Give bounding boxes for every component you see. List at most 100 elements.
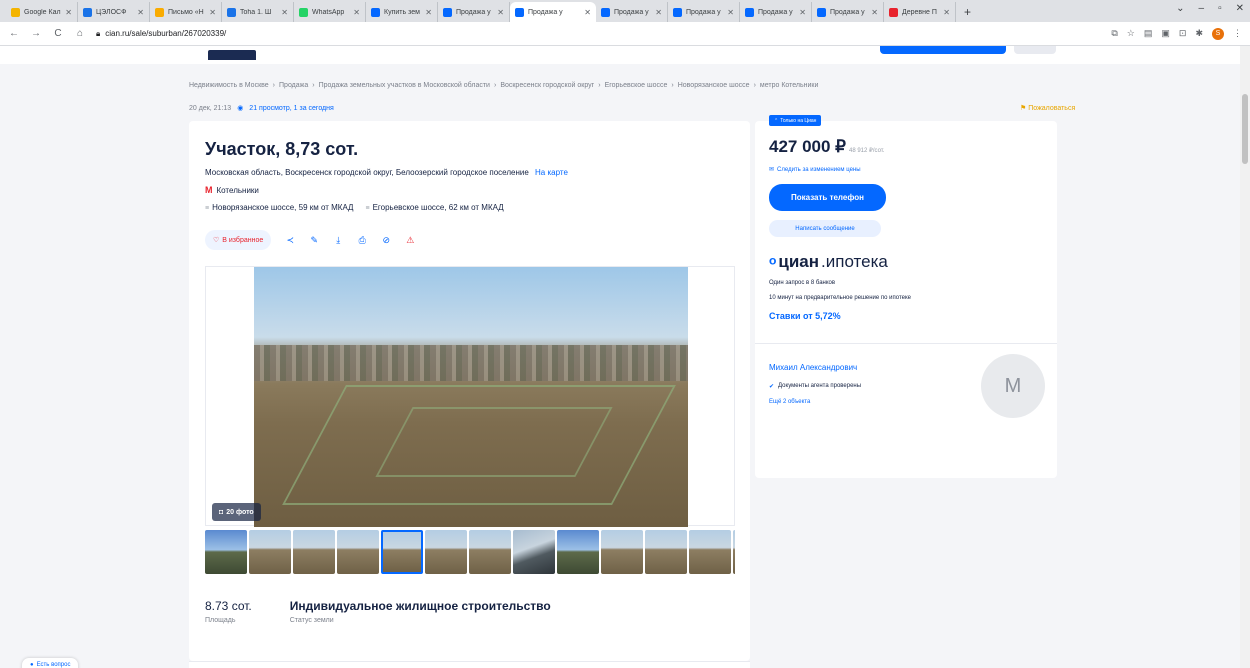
photo-thumbnail[interactable] — [645, 530, 687, 574]
tab-close-icon[interactable]: ✕ — [353, 8, 360, 17]
back-icon[interactable]: ← — [8, 28, 20, 39]
edit-note-icon[interactable]: ✎ — [309, 235, 319, 246]
photo-thumbnail[interactable] — [425, 530, 467, 574]
photo-thumbnail[interactable] — [381, 530, 423, 574]
tab-close-icon[interactable]: ✕ — [799, 8, 806, 17]
photo-count-badge[interactable]: ◘ 20 фото — [212, 503, 261, 521]
report-icon[interactable]: ⚠ — [405, 235, 415, 246]
agent-more-link[interactable]: Ещё 2 объекта — [769, 399, 810, 405]
browser-tab[interactable]: WhatsApp ✕ — [294, 2, 366, 22]
breadcrumb-item[interactable]: Продажа земельных участков в Московской … — [319, 82, 490, 89]
cian-logo[interactable] — [208, 50, 256, 60]
views-link[interactable]: 21 просмотр, 1 за сегодня — [249, 105, 334, 112]
browser-tab[interactable]: Деревне П ✕ — [884, 2, 956, 22]
photo-thumbnail[interactable] — [557, 530, 599, 574]
scrollbar[interactable] — [1240, 46, 1250, 668]
browser-tab[interactable]: Продажа у ✕ — [668, 2, 740, 22]
listing-facts: 8.73 сот. Площадь Индивидуальное жилищно… — [205, 599, 551, 624]
photo-thumbnail[interactable] — [469, 530, 511, 574]
minimize-icon[interactable]: – — [1199, 3, 1205, 14]
photo-gallery[interactable]: ◘ 20 фото — [205, 266, 735, 527]
new-tab-button[interactable]: + — [956, 2, 979, 22]
extension-icon-3[interactable]: ⊡ — [1179, 28, 1187, 39]
tab-close-icon[interactable]: ✕ — [425, 8, 432, 17]
maximize-icon[interactable]: ▫ — [1218, 3, 1222, 14]
ipoteka-rate-link[interactable]: Ставки от 5,72% — [769, 311, 841, 321]
metro-icon: M — [205, 185, 213, 195]
extension-icon[interactable]: ▤ — [1144, 28, 1153, 39]
tab-close-icon[interactable]: ✕ — [137, 8, 144, 17]
cian-ipoteka-logo[interactable]: ᵒ циан .ипотека — [769, 252, 888, 272]
help-chip[interactable]: ● Есть вопрос — [22, 658, 79, 668]
breadcrumb-item[interactable]: Воскресенск городской округ — [500, 82, 594, 89]
camera-icon: ◘ — [219, 508, 224, 516]
breadcrumb-item[interactable]: Недвижимость в Москве — [189, 82, 269, 89]
metro-station[interactable]: M Котельники — [205, 185, 259, 195]
profile-avatar[interactable]: S — [1212, 27, 1224, 40]
tab-search-icon[interactable]: ⌄ — [1176, 3, 1184, 14]
tab-close-icon[interactable]: ✕ — [727, 8, 734, 17]
chat-icon: ● — [30, 662, 34, 668]
tab-close-icon[interactable]: ✕ — [584, 8, 591, 17]
browser-tab[interactable]: Письмо «Н ✕ — [150, 2, 222, 22]
tab-close-icon[interactable]: ✕ — [871, 8, 878, 17]
eye-icon: ◉ — [237, 105, 244, 112]
tab-close-icon[interactable]: ✕ — [65, 8, 72, 17]
extension-icon-2[interactable]: ▣ — [1161, 28, 1170, 39]
tab-close-icon[interactable]: ✕ — [497, 8, 504, 17]
extensions-puzzle-icon[interactable]: ✱ — [1195, 28, 1203, 39]
browser-tab[interactable]: Продажа у ✕ — [740, 2, 812, 22]
photo-thumbnail[interactable] — [689, 530, 731, 574]
browser-tab[interactable]: Продажа у ✕ — [510, 2, 596, 22]
photo-thumbnail[interactable] — [293, 530, 335, 574]
reload-icon[interactable]: C — [52, 28, 64, 39]
print-icon[interactable]: ⎙ — [357, 235, 367, 246]
browser-tab[interactable]: Продажа у ✕ — [596, 2, 668, 22]
show-phone-button[interactable]: Показать телефон — [769, 184, 886, 211]
browser-tab[interactable]: Продажа у ✕ — [438, 2, 510, 22]
price-tracking-link[interactable]: ✉ Следить за изменением цены — [769, 166, 861, 174]
bookmark-star-icon[interactable]: ☆ — [1127, 28, 1135, 39]
tab-close-icon[interactable]: ✕ — [281, 8, 288, 17]
header-secondary-button[interactable] — [1014, 46, 1056, 54]
address-bar[interactable]: 🔒︎ cian.ru/sale/suburban/267020339/ — [96, 25, 1101, 43]
hide-icon[interactable]: ⊘ — [381, 235, 391, 246]
header-primary-button[interactable] — [880, 46, 1006, 54]
browser-tab[interactable]: Купить зем ✕ — [366, 2, 438, 22]
share-icon[interactable]: ≺ — [285, 235, 295, 246]
forward-icon[interactable]: → — [30, 28, 42, 39]
on-map-link[interactable]: На карте — [535, 168, 568, 177]
translate-icon[interactable]: ⧉ — [1111, 28, 1117, 39]
photo-thumbnail[interactable] — [205, 530, 247, 574]
complain-link[interactable]: ⚑ Пожаловаться — [1020, 104, 1075, 112]
breadcrumb-item[interactable]: метро Котельники — [760, 82, 819, 89]
home-icon[interactable]: ⌂ — [74, 28, 86, 39]
tab-close-icon[interactable]: ✕ — [943, 8, 950, 17]
add-to-favorites-button[interactable]: ♡ В избранное — [205, 230, 272, 250]
close-window-icon[interactable]: ✕ — [1236, 3, 1244, 14]
browser-tab[interactable]: Google Кал ✕ — [6, 2, 78, 22]
breadcrumb-item[interactable]: Продажа — [279, 82, 308, 89]
download-icon[interactable]: ⤓ — [333, 235, 343, 246]
menu-kebab-icon[interactable]: ⋮ — [1233, 28, 1242, 39]
photo-thumbnail[interactable] — [337, 530, 379, 574]
breadcrumb-item[interactable]: Новорязанское шоссе — [678, 82, 750, 89]
scrollbar-thumb[interactable] — [1242, 94, 1248, 164]
breadcrumb-item[interactable]: Егорьевское шоссе — [605, 82, 668, 89]
page-title: Участок, 8,73 сот. — [205, 139, 359, 159]
photo-thumbnail[interactable] — [601, 530, 643, 574]
main-photo[interactable] — [254, 267, 688, 527]
avatar[interactable]: М — [981, 354, 1045, 418]
lock-icon: 🔒︎ — [96, 28, 101, 38]
photo-thumbnail[interactable] — [733, 530, 735, 574]
photo-thumbnail[interactable] — [513, 530, 555, 574]
agent-name-link[interactable]: Михаил Александрович — [769, 363, 857, 372]
browser-tab[interactable]: Toha 1. Ш ✕ — [222, 2, 294, 22]
tab-title: Продажа у — [758, 8, 793, 16]
tab-close-icon[interactable]: ✕ — [209, 8, 216, 17]
write-message-button[interactable]: Написать сообщение — [769, 220, 881, 237]
browser-tab[interactable]: ЦЭЛОСФ ✕ — [78, 2, 150, 22]
photo-thumbnail[interactable] — [249, 530, 291, 574]
browser-tab[interactable]: Продажа у ✕ — [812, 2, 884, 22]
tab-close-icon[interactable]: ✕ — [655, 8, 662, 17]
